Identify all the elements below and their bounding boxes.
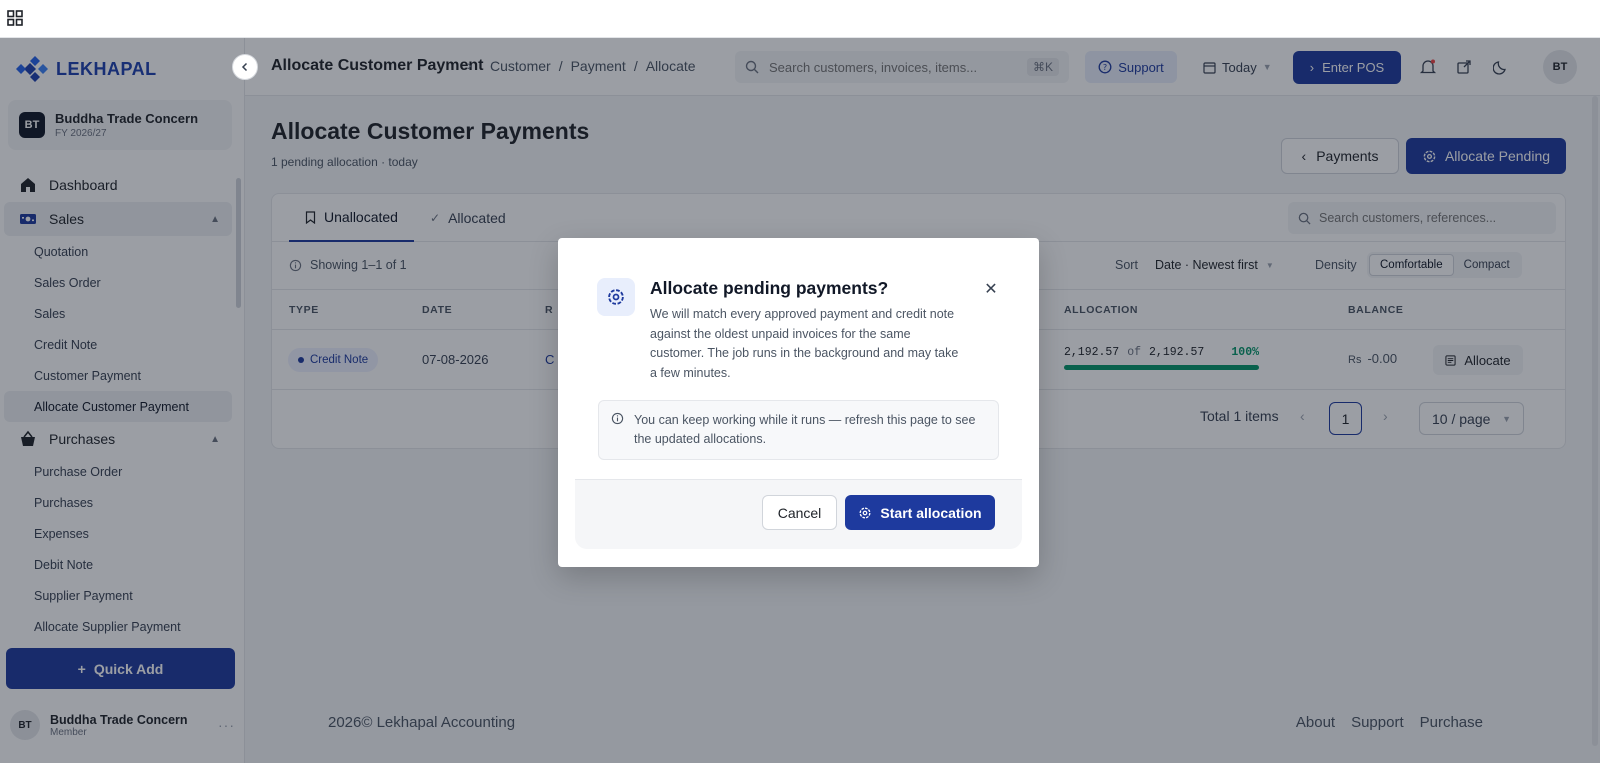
dialog-description: We will match every approved payment and… bbox=[650, 307, 959, 380]
app-grid-icon[interactable] bbox=[7, 10, 23, 26]
gear-icon bbox=[597, 278, 635, 316]
start-allocation-button[interactable]: Start allocation bbox=[845, 495, 995, 530]
dialog-title: Allocate pending payments? bbox=[650, 278, 889, 298]
close-icon[interactable]: ✕ bbox=[980, 278, 1002, 300]
sidebar-collapse-button[interactable] bbox=[232, 54, 258, 80]
cancel-button[interactable]: Cancel bbox=[762, 495, 837, 530]
start-allocation-label: Start allocation bbox=[880, 504, 982, 521]
dialog-info-note: You can keep working while it runs — ref… bbox=[598, 400, 999, 460]
chevron-left-icon bbox=[241, 62, 248, 72]
info-icon bbox=[611, 412, 624, 425]
os-top-bar bbox=[0, 0, 1600, 38]
dialog-note-text: You can keep working while it runs — ref… bbox=[634, 413, 976, 446]
gear-icon bbox=[859, 507, 871, 518]
allocate-confirm-dialog: Allocate pending payments? ✕ We will mat… bbox=[558, 238, 1039, 567]
dialog-footer: Cancel Start allocation bbox=[575, 479, 1022, 549]
